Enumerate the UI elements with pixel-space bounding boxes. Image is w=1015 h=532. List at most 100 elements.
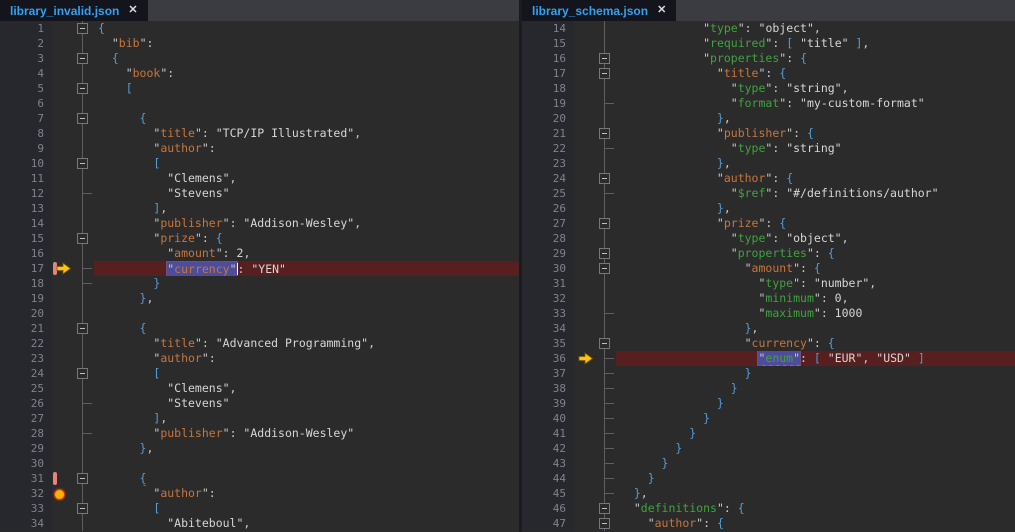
code-line[interactable]: 22 "type": "string" <box>522 141 1015 156</box>
code-line[interactable]: 15 "required": [ "title" ], <box>522 36 1015 51</box>
code-line[interactable]: 11 "Clemens", <box>0 171 519 186</box>
json-key: "book" <box>125 66 168 80</box>
code-line[interactable]: 23}, <box>522 156 1015 171</box>
code-line[interactable]: 43} <box>522 456 1015 471</box>
code-line[interactable]: 35 "currency": { <box>522 336 1015 351</box>
fold-toggle-icon[interactable] <box>599 128 610 139</box>
fold-toggle-icon[interactable] <box>77 368 88 379</box>
code-line[interactable]: 31 "type": "number", <box>522 276 1015 291</box>
code-line[interactable]: 5[ <box>0 81 519 96</box>
code-line[interactable]: 14 "publisher": "Addison-Wesley", <box>0 216 519 231</box>
json-punctuation: : <box>765 66 780 80</box>
code-line[interactable]: 47 "author": { <box>522 516 1015 531</box>
code-line[interactable]: 32 "minimum": 0, <box>522 291 1015 306</box>
code-line[interactable]: 45}, <box>522 486 1015 501</box>
code-line[interactable]: 13], <box>0 201 519 216</box>
code-line[interactable]: 25 "$ref": "#/definitions/author" <box>522 186 1015 201</box>
code-line[interactable]: 22 "title": "Advanced Programming", <box>0 336 519 351</box>
fold-toggle-icon[interactable] <box>599 68 610 79</box>
code-line[interactable]: 20 <box>0 306 519 321</box>
tab-library-schema-json[interactable]: library_schema.json ✕ <box>522 0 677 21</box>
fold-toggle-icon[interactable] <box>599 263 610 274</box>
code-line[interactable]: 17 "title": { <box>522 66 1015 81</box>
code-line[interactable]: 29}, <box>0 441 519 456</box>
code-line[interactable]: 31 { <box>0 471 519 486</box>
code-line[interactable]: 24 "author": { <box>522 171 1015 186</box>
close-icon[interactable]: ✕ <box>128 5 137 16</box>
code-line[interactable]: 16 "amount": 2, <box>0 246 519 261</box>
code-line[interactable]: 21 "publisher": { <box>522 126 1015 141</box>
code-line[interactable]: 28 "publisher": "Addison-Wesley" <box>0 426 519 441</box>
fold-toggle-icon[interactable] <box>599 503 610 514</box>
line-number: 40 <box>522 411 574 426</box>
code-line[interactable]: 26 "Stevens" <box>0 396 519 411</box>
glyph-margin <box>52 306 72 321</box>
json-brace: } <box>716 201 724 215</box>
fold-toggle-icon[interactable] <box>77 83 88 94</box>
fold-toggle-icon[interactable] <box>77 113 88 124</box>
code-line[interactable]: 42} <box>522 441 1015 456</box>
code-line[interactable]: 30 <box>0 456 519 471</box>
code-line[interactable]: 3{ <box>0 51 519 66</box>
code-line[interactable]: 6 <box>0 96 519 111</box>
fold-toggle-icon[interactable] <box>599 218 610 229</box>
code-line[interactable]: 33 [ <box>0 501 519 516</box>
code-line[interactable]: 41} <box>522 426 1015 441</box>
code-line[interactable]: 37} <box>522 366 1015 381</box>
code-line[interactable]: 14 "type": "object", <box>522 21 1015 36</box>
code-line[interactable]: 38} <box>522 381 1015 396</box>
code-line[interactable]: 46 "definitions": { <box>522 501 1015 516</box>
fold-toggle-icon[interactable] <box>77 503 88 514</box>
code-line[interactable]: 12 "Stevens" <box>0 186 519 201</box>
fold-toggle-icon[interactable] <box>599 173 610 184</box>
fold-toggle-icon[interactable] <box>77 473 88 484</box>
code-line[interactable]: 40} <box>522 411 1015 426</box>
fold-toggle-icon[interactable] <box>77 233 88 244</box>
code-line[interactable]: 32 "author": <box>0 486 519 501</box>
code-line[interactable]: 10 [ <box>0 156 519 171</box>
code-line[interactable]: 34 "Abiteboul", <box>0 516 519 531</box>
code-line[interactable]: 20}, <box>522 111 1015 126</box>
code-line[interactable]: 19 "format": "my-custom-format" <box>522 96 1015 111</box>
fold-toggle-icon[interactable] <box>77 23 88 34</box>
code-line[interactable]: 30 "amount": { <box>522 261 1015 276</box>
fold-toggle-icon[interactable] <box>599 248 610 259</box>
code-line[interactable]: 1{ <box>0 21 519 36</box>
code-line[interactable]: 34}, <box>522 321 1015 336</box>
code-line[interactable]: 17 "currency": "YEN" <box>0 261 519 276</box>
code-line[interactable]: 2 "bib": <box>0 36 519 51</box>
fold-toggle-icon[interactable] <box>77 323 88 334</box>
code-line[interactable]: 28 "type": "object", <box>522 231 1015 246</box>
code-line[interactable]: 19}, <box>0 291 519 306</box>
fold-toggle-icon[interactable] <box>599 338 610 349</box>
code-line[interactable]: 15 "prize": { <box>0 231 519 246</box>
code-line[interactable]: 16 "properties": { <box>522 51 1015 66</box>
code-line[interactable]: 8 "title": "TCP/IP Illustrated", <box>0 126 519 141</box>
code-line[interactable]: 18 "type": "string", <box>522 81 1015 96</box>
code-line[interactable]: 26}, <box>522 201 1015 216</box>
fold-toggle-icon[interactable] <box>77 53 88 64</box>
fold-toggle-icon[interactable] <box>77 158 88 169</box>
code-line[interactable]: 18} <box>0 276 519 291</box>
code-line[interactable]: 25 "Clemens", <box>0 381 519 396</box>
code-text: "type": "object", <box>616 231 1015 246</box>
code-line[interactable]: 4 "book": <box>0 66 519 81</box>
code-line[interactable]: 23 "author": <box>0 351 519 366</box>
glyph-margin <box>52 36 72 51</box>
code-line[interactable]: 27 "prize": { <box>522 216 1015 231</box>
close-icon[interactable]: ✕ <box>657 5 666 16</box>
code-line[interactable]: 27], <box>0 411 519 426</box>
code-line[interactable]: 7{ <box>0 111 519 126</box>
code-line[interactable]: 33 "maximum": 1000 <box>522 306 1015 321</box>
code-line[interactable]: 44} <box>522 471 1015 486</box>
code-line[interactable]: 29 "properties": { <box>522 246 1015 261</box>
code-line[interactable]: 21 { <box>0 321 519 336</box>
code-line[interactable]: 24 [ <box>0 366 519 381</box>
tab-library-invalid-json[interactable]: library_invalid.json ✕ <box>0 0 148 21</box>
code-line[interactable]: 9 "author": <box>0 141 519 156</box>
fold-toggle-icon[interactable] <box>599 518 610 529</box>
code-line[interactable]: 39} <box>522 396 1015 411</box>
code-line[interactable]: 36 "enum": [ "EUR", "USD" ] <box>522 351 1015 366</box>
fold-toggle-icon[interactable] <box>599 53 610 64</box>
